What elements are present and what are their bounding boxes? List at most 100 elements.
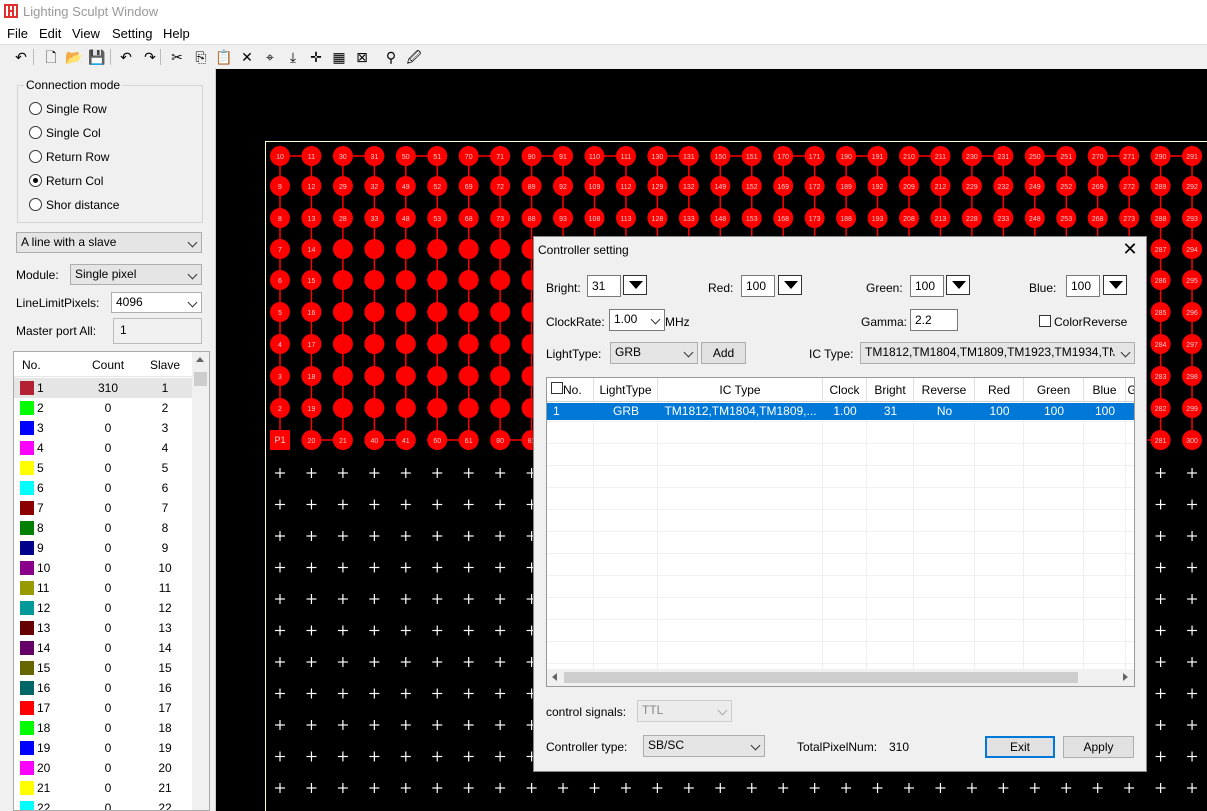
menu-edit[interactable]: Edit [39,26,61,41]
led-pixel[interactable] [458,398,479,418]
grid-header-clock[interactable]: Clock [823,378,867,402]
master-port-input[interactable]: 1 [113,318,202,344]
led-pixel[interactable] [364,398,385,418]
led-pixel[interactable] [395,302,416,322]
list-item[interactable]: 5 0 5 [14,458,192,478]
led-pixel[interactable] [364,334,385,354]
apply-button[interactable]: Apply [1063,736,1134,758]
led-pixel[interactable] [364,270,385,290]
led-pixel[interactable] [458,270,479,290]
exit-button[interactable]: Exit [985,736,1055,758]
list-item[interactable]: 17 0 17 [14,698,192,718]
led-pixel[interactable] [364,239,385,259]
led-pixel[interactable] [427,270,448,290]
led-pixel[interactable] [427,366,448,386]
controller-grid[interactable]: No. LightType IC Type Clock Bright Reverse Red… [546,377,1135,687]
led-pixel[interactable] [458,334,479,354]
list-item[interactable]: 18 0 18 [14,718,192,738]
select-all-checkbox[interactable] [551,382,563,394]
mode-radio-return-row[interactable]: Return Row [29,150,109,166]
radio-button[interactable] [29,198,42,211]
light-type-select[interactable]: GRB [610,342,698,364]
grid-header-blue[interactable]: Blue [1084,378,1126,402]
save-icon[interactable]: 💾 [88,48,106,66]
image-edit-icon[interactable]: 🖉 [405,48,423,66]
mode-radio-single-row[interactable]: Single Row [29,102,107,118]
color-reverse-checkbox[interactable] [1039,315,1051,327]
open-folder-icon[interactable]: 📂 [65,48,83,66]
radio-button[interactable] [29,126,42,139]
radio-button[interactable] [29,150,42,163]
radio-button[interactable] [29,174,42,187]
green-dropdown-button[interactable] [946,275,970,295]
blue-dropdown-button[interactable] [1103,275,1127,295]
bright-input[interactable]: 31 [587,275,621,297]
menu-setting[interactable]: Setting [112,26,152,41]
paste-icon[interactable]: 📋 [215,48,233,66]
list-item[interactable]: 15 0 15 [14,658,192,678]
led-pixel[interactable] [490,398,511,418]
cut-icon[interactable]: ✂ [168,48,186,66]
close-icon[interactable]: ✕ [1120,239,1140,259]
bright-dropdown-button[interactable] [623,275,647,295]
led-pixel[interactable] [490,334,511,354]
slave-mode-select[interactable]: A line with a slave [16,232,202,253]
led-pixel[interactable] [395,239,416,259]
led-pixel[interactable] [395,366,416,386]
scroll-up-icon[interactable] [196,357,204,362]
list-item[interactable]: 9 0 9 [14,538,192,558]
crosshair-icon[interactable]: ✛ [307,48,325,66]
redo-arrow-icon[interactable]: ↷ [141,48,159,66]
led-pixel[interactable] [395,398,416,418]
scrollbar-thumb[interactable] [564,672,1078,683]
gamma-input[interactable]: 2.2 [910,309,958,331]
undo-icon[interactable]: ↶ [12,48,30,66]
list-item[interactable]: 2 0 2 [14,398,192,418]
scroll-left-icon[interactable] [552,673,557,681]
led-pixel[interactable] [458,302,479,322]
grid-header-green[interactable]: Green [1024,378,1084,402]
list-item[interactable]: 8 0 8 [14,518,192,538]
list-item[interactable]: 20 0 20 [14,758,192,778]
blue-input[interactable]: 100 [1066,275,1100,297]
led-pixel[interactable] [395,270,416,290]
mode-radio-return-col[interactable]: Return Col [29,174,103,190]
grid-horizontal-scrollbar[interactable] [547,669,1134,686]
list-item[interactable]: 10 0 10 [14,558,192,578]
led-pixel[interactable] [490,366,511,386]
delete-icon[interactable]: ✕ [238,48,256,66]
list-item[interactable]: 1 310 1 [14,378,192,398]
red-input[interactable]: 100 [741,275,775,297]
list-item[interactable]: 12 0 12 [14,598,192,618]
led-pixel[interactable] [427,334,448,354]
menu-help[interactable]: Help [163,26,190,41]
red-dropdown-button[interactable] [778,275,802,295]
led-pixel[interactable] [332,334,353,354]
copy-icon[interactable]: ⎘ [192,48,210,66]
menu-view[interactable]: View [72,26,100,41]
select-box-icon[interactable]: ⊠ [353,48,371,66]
clock-rate-select[interactable]: 1.00 [609,309,665,331]
scrollbar-thumb[interactable] [194,372,207,386]
list-item[interactable]: 14 0 14 [14,638,192,658]
led-pixel[interactable] [364,302,385,322]
list-item[interactable]: 22 0 22 [14,798,192,810]
new-file-icon[interactable]: 🗋 [42,48,60,66]
mode-radio-shor-distance[interactable]: Shor distance [29,198,119,214]
grid-header-red[interactable]: Red [975,378,1024,402]
led-pixel[interactable] [332,366,353,386]
list-item[interactable]: 21 0 21 [14,778,192,798]
mode-radio-single-col[interactable]: Single Col [29,126,101,142]
list-item[interactable]: 7 0 7 [14,498,192,518]
controller-type-select[interactable]: SB/SC [643,735,765,757]
led-pixel[interactable] [490,302,511,322]
transform-icon[interactable]: ⌖ [261,48,279,66]
led-pixel[interactable] [490,270,511,290]
green-input[interactable]: 100 [910,275,944,297]
led-pixel[interactable] [332,270,353,290]
line-limit-select[interactable]: 4096 [111,292,202,313]
grid-header-bright[interactable]: Bright [867,378,914,402]
led-pixel[interactable] [427,398,448,418]
list-item[interactable]: 3 0 3 [14,418,192,438]
list-item[interactable]: 19 0 19 [14,738,192,758]
